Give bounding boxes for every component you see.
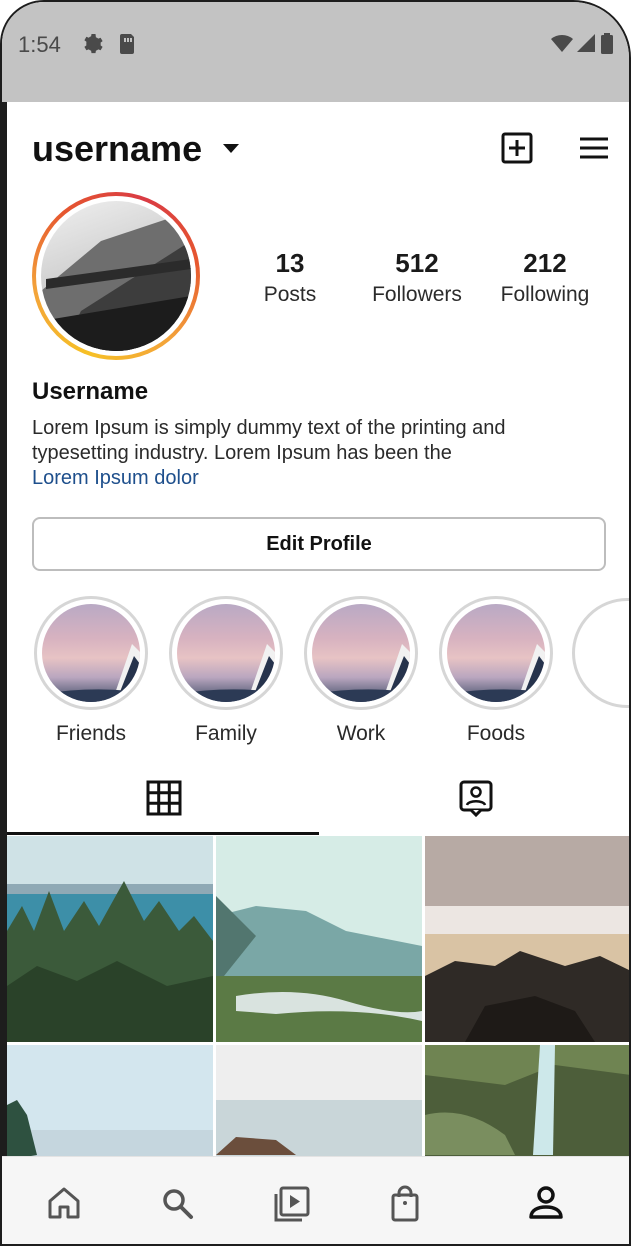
stat-posts[interactable]: 13 Posts <box>240 248 340 307</box>
highlight-foods[interactable]: Foods <box>437 596 555 746</box>
highlight-cover <box>42 604 140 702</box>
highlight-label: Work <box>336 722 386 745</box>
stat-followers[interactable]: 512 Followers <box>357 248 477 307</box>
home-icon[interactable] <box>44 1183 84 1223</box>
bottom-navigation <box>2 1156 629 1244</box>
chevron-down-icon[interactable] <box>220 140 242 156</box>
highlight-new[interactable] <box>572 598 629 708</box>
highlight-label: Family <box>195 722 257 745</box>
stat-value: 512 <box>395 248 439 278</box>
photo-grid <box>7 836 629 1244</box>
menu-icon[interactable] <box>578 134 610 162</box>
photo-river-valley[interactable] <box>216 836 422 1042</box>
profile-icon[interactable] <box>526 1183 566 1223</box>
stat-label: Following <box>500 283 590 306</box>
display-name: Username <box>32 378 149 405</box>
reels-icon[interactable] <box>272 1183 312 1223</box>
username-title[interactable]: username <box>32 128 202 170</box>
avatar-photo <box>41 201 191 351</box>
highlight-label: Foods <box>466 722 526 745</box>
grid-icon[interactable] <box>144 777 184 819</box>
active-tab-indicator <box>7 832 319 835</box>
signal-icon <box>577 34 595 52</box>
stat-label: Posts <box>263 283 317 306</box>
highlight-work[interactable]: Work <box>302 596 420 746</box>
bio-text: Lorem Ipsum is simply dummy text of the … <box>32 417 506 464</box>
highlight-friends[interactable]: Friends <box>32 596 150 746</box>
phone-frame: 1:54 username 13 Posts 512 Followers 212… <box>0 0 631 1246</box>
wifi-icon <box>551 34 573 52</box>
search-icon[interactable] <box>157 1183 197 1223</box>
stat-value: 212 <box>523 248 567 278</box>
highlight-label: Friends <box>55 722 127 745</box>
highlight-family[interactable]: Family <box>167 596 285 746</box>
highlight-cover <box>447 604 545 702</box>
photo-rocky-beach[interactable] <box>425 836 629 1042</box>
stat-following[interactable]: 212 Following <box>486 248 604 307</box>
tagged-icon[interactable] <box>456 777 496 819</box>
add-post-icon[interactable] <box>500 131 534 165</box>
bio-link[interactable]: Lorem Ipsum dolor <box>32 467 199 490</box>
stat-label: Followers <box>372 283 462 306</box>
shop-icon[interactable] <box>385 1183 425 1223</box>
sim-card-icon <box>120 34 134 54</box>
battery-icon <box>601 33 613 54</box>
settings-icon <box>84 34 103 54</box>
stat-value: 13 <box>275 248 305 278</box>
photo-forest-lake[interactable] <box>7 836 213 1042</box>
edit-profile-button[interactable]: Edit Profile <box>32 517 606 571</box>
status-bar: 1:54 <box>2 2 629 102</box>
mountain-photo <box>41 211 191 351</box>
highlight-cover <box>312 604 410 702</box>
status-time: 1:54 <box>18 32 61 57</box>
highlight-cover <box>177 604 275 702</box>
profile-avatar[interactable] <box>32 192 200 360</box>
